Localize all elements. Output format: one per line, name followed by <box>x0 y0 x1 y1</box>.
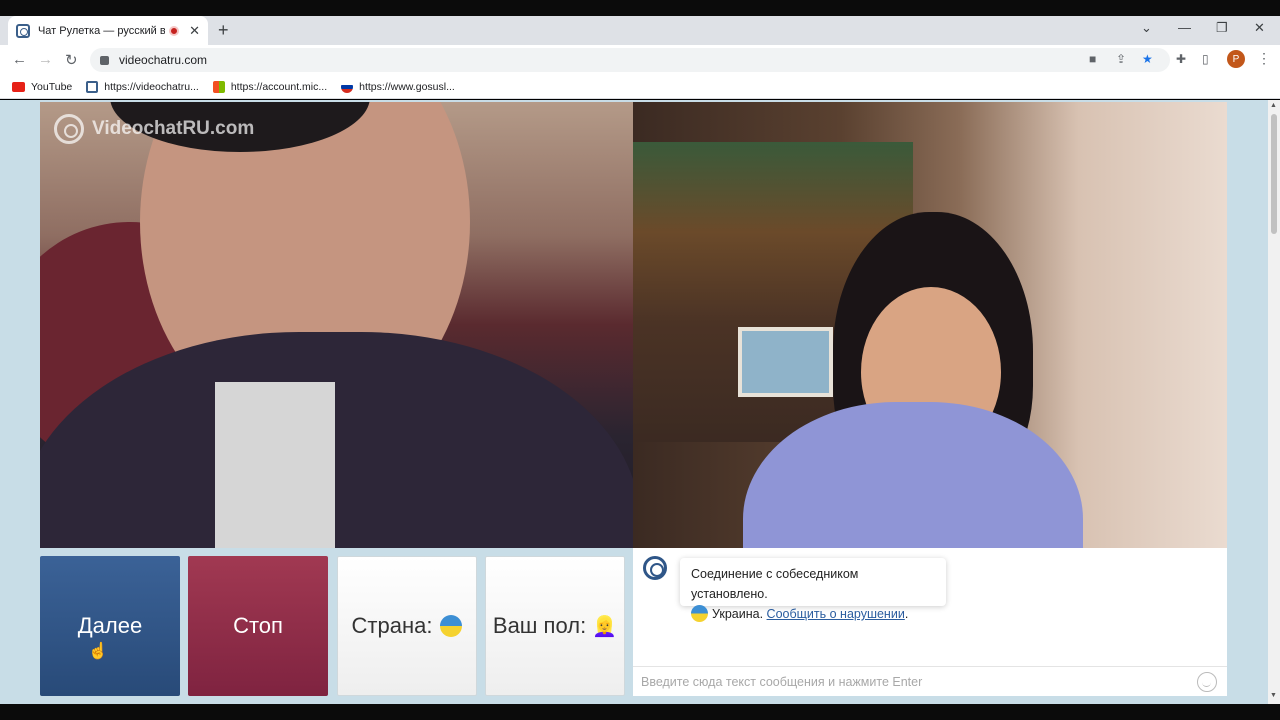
page-content: VideochatRU.com Далее Стоп Страна: Ваш п… <box>0 100 1268 704</box>
chat-input-area <box>633 666 1227 696</box>
address-toolbar: ← → ↻ videochatru.com ■ ⇪ ★ ✚ ▯ P ⋮ <box>0 45 1280 75</box>
youtube-icon <box>12 81 25 92</box>
chat-panel: Соединение с собеседником установлено. У… <box>633 548 1227 696</box>
videochat-favicon-icon <box>16 23 30 38</box>
url-text: videochatru.com <box>119 53 208 67</box>
star-icon[interactable]: ★ <box>1142 52 1153 66</box>
report-violation-link[interactable]: Сообщить о нарушении <box>767 607 905 621</box>
recording-indicator-icon <box>169 25 180 36</box>
tab-close-icon[interactable]: ✕ <box>189 23 200 39</box>
minimize-icon[interactable]: — <box>1178 20 1191 35</box>
ukraine-flag-icon <box>440 615 463 637</box>
bookmark-microsoft[interactable]: https://account.mic... <box>212 80 328 93</box>
new-tab-icon[interactable]: + <box>218 20 229 41</box>
watermark-text: VideochatRU.com <box>92 118 255 139</box>
extensions-icon[interactable]: ✚ <box>1176 52 1186 66</box>
videochat-icon <box>86 80 99 93</box>
mouse-cursor-icon: ☝ <box>88 643 108 660</box>
connection-message: Соединение с собеседником установлено. <box>691 567 859 601</box>
country-line: Украина. Сообщить о нарушении. <box>691 604 935 624</box>
bookmark-videochat[interactable]: https://videochatru... <box>86 80 199 93</box>
emoji-smile-icon[interactable] <box>1197 672 1217 692</box>
browser-window: Чат Рулетка — русский вид ✕ + ⌄ — ❐ ✕ ← … <box>0 0 1280 720</box>
forward-arrow-icon[interactable]: → <box>38 51 53 68</box>
bookmarks-bar: YouTube https://videochatru... https://a… <box>0 75 1280 99</box>
bookmark-label: YouTube <box>31 80 73 93</box>
menu-icon[interactable]: ⋮ <box>1257 50 1271 67</box>
report-suffix: . <box>904 607 909 621</box>
scroll-up-icon[interactable]: ▲ <box>1270 102 1277 109</box>
address-bar[interactable]: videochatru.com <box>90 48 1170 72</box>
back-arrow-icon[interactable]: ← <box>12 51 27 68</box>
share-icon[interactable]: ⇪ <box>1116 52 1126 66</box>
top-letterbox <box>0 0 1280 16</box>
tab-strip: Чат Рулетка — русский вид ✕ + ⌄ — ❐ ✕ <box>0 16 1280 45</box>
close-window-icon[interactable]: ✕ <box>1254 20 1265 36</box>
next-button[interactable]: Далее <box>40 556 180 696</box>
page-scrollbar[interactable]: ▲ ▼ <box>1268 100 1280 704</box>
wall-painting <box>738 327 833 397</box>
country-select-button[interactable]: Страна: <box>337 556 477 696</box>
site-watermark: VideochatRU.com <box>54 114 254 144</box>
system-message-bubble: Соединение с собеседником установлено. У… <box>680 558 946 622</box>
stop-button-label: Стоп <box>233 613 283 638</box>
profile-avatar[interactable]: P <box>1227 50 1245 68</box>
next-button-label: Далее <box>77 613 143 638</box>
stop-button[interactable]: Стоп <box>188 556 328 696</box>
sidepanel-icon[interactable]: ▯ <box>1202 52 1209 66</box>
gosuslugi-icon <box>341 80 354 93</box>
camera-icon[interactable]: ■ <box>1089 52 1096 66</box>
bookmark-gosuslugi[interactable]: https://www.gosusl... <box>341 80 455 93</box>
videochat-logo-icon <box>643 556 667 580</box>
local-video: VideochatRU.com <box>40 102 633 548</box>
bookmark-label: https://videochatru... <box>104 80 199 93</box>
country-name: Украина. <box>712 607 764 621</box>
lock-icon[interactable] <box>100 55 109 65</box>
bookmark-youtube[interactable]: YouTube <box>12 81 72 93</box>
country-label: Страна: <box>351 613 433 638</box>
partner-video <box>633 102 1227 548</box>
gender-label: Ваш пол: <box>492 613 587 638</box>
videochat-logo-icon <box>54 114 84 144</box>
tab-active[interactable]: Чат Рулетка — русский вид ✕ <box>8 16 208 45</box>
chat-message-input[interactable] <box>641 672 1181 692</box>
tab-title: Чат Рулетка — русский вид <box>37 24 166 37</box>
bottom-letterbox <box>0 704 1280 720</box>
female-avatar-icon: 👱‍♀️ <box>592 615 618 638</box>
reload-icon[interactable]: ↻ <box>65 51 78 69</box>
microsoft-icon <box>212 80 225 93</box>
person-shirt <box>215 382 335 548</box>
tab-search-icon[interactable]: ⌄ <box>1141 20 1152 36</box>
gender-select-button[interactable]: Ваш пол: 👱‍♀️ <box>485 556 625 696</box>
scroll-down-icon[interactable]: ▼ <box>1270 692 1277 699</box>
bookmark-label: https://www.gosusl... <box>359 80 455 93</box>
scrollbar-thumb[interactable] <box>1271 114 1277 234</box>
ukraine-flag-icon <box>691 605 708 622</box>
bookmark-label: https://account.mic... <box>230 80 328 93</box>
restore-icon[interactable]: ❐ <box>1216 20 1228 36</box>
